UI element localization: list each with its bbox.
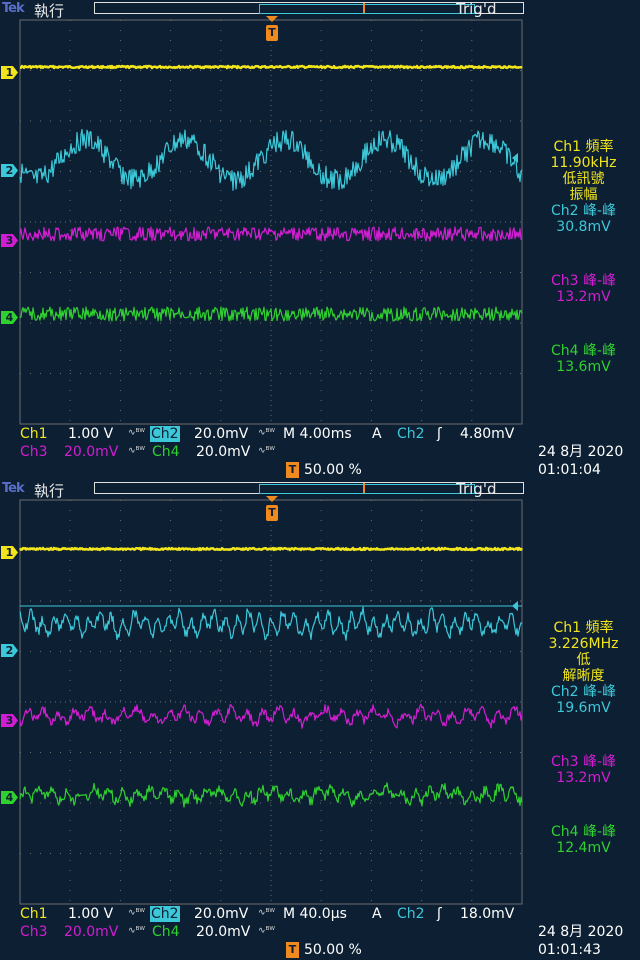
waveform-ch4-trace bbox=[19, 306, 523, 322]
ch3-scale[interactable]: 20.0mV bbox=[64, 444, 118, 460]
ch1-scale[interactable]: 1.00 V bbox=[68, 906, 113, 922]
ch2-scale[interactable]: 20.0mV bbox=[194, 906, 248, 922]
ch2-measurement-value: 19.6mV bbox=[556, 700, 611, 716]
ch4-measurement-title: Ch4 峰-峰 bbox=[550, 824, 617, 840]
waveform-ch3-trace bbox=[19, 226, 523, 242]
date-display: 24 8月 2020 bbox=[538, 924, 624, 940]
waveform-ch3 bbox=[19, 226, 523, 242]
waveform-ch1-trace bbox=[18, 546, 524, 552]
ch1-label[interactable]: Ch1 bbox=[20, 426, 48, 442]
scope-screen-1: Tek 執行 Trig'd T 1 2 3 4 Ch1 頻率 11.90kHz … bbox=[0, 0, 640, 480]
ch2-measurement-title: Ch2 峰-峰 bbox=[550, 684, 617, 700]
ch1-scale[interactable]: 1.00 V bbox=[68, 426, 113, 442]
waveform-ch2-trace bbox=[19, 128, 523, 191]
ch1-measurement-title: Ch1 頻率 bbox=[553, 620, 614, 636]
ch2-coupling-icon: ∿ᴮᵂ bbox=[258, 908, 276, 918]
ch4-label[interactable]: Ch4 bbox=[152, 924, 180, 940]
grid bbox=[19, 19, 523, 425]
ch4-label[interactable]: Ch4 bbox=[152, 444, 180, 460]
measurements-panel: Ch1 頻率 3.226MHz 低 解晰度 Ch2 峰-峰 19.6mV Ch3… bbox=[527, 620, 640, 856]
date-display: 24 8月 2020 bbox=[538, 444, 624, 460]
ch4-measurement-title: Ch4 峰-峰 bbox=[550, 343, 617, 359]
ch4-measurement-value: 12.4mV bbox=[556, 840, 611, 856]
trigger-marker-icon[interactable]: T bbox=[266, 25, 278, 41]
settings-readout: Ch1 1.00 V ∿ᴮᵂ Ch2 20.0mV ∿ᴮᵂ M 4.00ms A… bbox=[0, 424, 640, 480]
ch4-coupling-icon: ∿ᴮᵂ bbox=[258, 446, 276, 456]
trigger-arrow-icon[interactable] bbox=[266, 16, 278, 22]
trigger-position[interactable]: 50.00 % bbox=[304, 462, 362, 478]
waveform-ch1 bbox=[18, 546, 524, 552]
time-display: 01:01:43 bbox=[538, 942, 601, 958]
ch1-measurement-note-1: 低訊號 bbox=[562, 171, 605, 187]
ch2-measurement-value: 30.8mV bbox=[556, 219, 611, 235]
ch4-scale[interactable]: 20.0mV bbox=[196, 924, 250, 940]
waveform-ch1 bbox=[19, 64, 523, 70]
trigger-position-icon: T bbox=[286, 942, 299, 958]
ch3-measurement-value: 13.2mV bbox=[556, 289, 611, 305]
waveform-ch4 bbox=[19, 306, 523, 322]
ch2-label[interactable]: Ch2 bbox=[150, 426, 180, 442]
timebase[interactable]: M 4.00ms bbox=[283, 426, 352, 442]
time-display: 01:01:04 bbox=[538, 462, 601, 478]
ch3-measurement-value: 13.2mV bbox=[556, 770, 611, 786]
ch3-coupling-icon: ∿ᴮᵂ bbox=[128, 446, 146, 456]
ch2-label[interactable]: Ch2 bbox=[150, 906, 180, 922]
ch2-trigger-level-arrow bbox=[512, 601, 518, 611]
measurements-panel: Ch1 頻率 11.90kHz 低訊號 振幅 Ch2 峰-峰 30.8mV Ch… bbox=[527, 139, 640, 375]
rising-edge-icon: ʃ bbox=[437, 426, 442, 442]
grid bbox=[19, 499, 523, 905]
timebase[interactable]: M 40.0µs bbox=[283, 906, 347, 922]
waveform-ch1-trace bbox=[19, 64, 523, 70]
ch1-coupling-icon: ∿ᴮᵂ bbox=[128, 428, 146, 438]
trigger-position[interactable]: 50.00 % bbox=[304, 942, 362, 958]
ch4-measurement-value: 13.6mV bbox=[556, 359, 611, 375]
waveform-ch3 bbox=[19, 703, 523, 729]
ch1-label[interactable]: Ch1 bbox=[20, 906, 48, 922]
ch1-measurement-value: 3.226MHz bbox=[548, 636, 619, 652]
ch3-measurement-title: Ch3 峰-峰 bbox=[550, 273, 617, 289]
trigger-marker-icon[interactable]: T bbox=[266, 505, 278, 521]
ch2-coupling-icon: ∿ᴮᵂ bbox=[258, 428, 276, 438]
ch2-scale[interactable]: 20.0mV bbox=[194, 426, 248, 442]
ch3-coupling-icon: ∿ᴮᵂ bbox=[128, 926, 146, 936]
ch3-label[interactable]: Ch3 bbox=[20, 924, 48, 940]
ch1-coupling-icon: ∿ᴮᵂ bbox=[128, 908, 146, 918]
waveform-ch3-trace bbox=[19, 703, 523, 729]
ch2-trigger-level-arrow bbox=[512, 153, 518, 163]
ch4-scale[interactable]: 20.0mV bbox=[196, 444, 250, 460]
settings-readout: Ch1 1.00 V ∿ᴮᵂ Ch2 20.0mV ∿ᴮᵂ M 40.0µs A… bbox=[0, 904, 640, 960]
ch4-coupling-icon: ∿ᴮᵂ bbox=[258, 926, 276, 936]
trigger-mode[interactable]: A bbox=[372, 426, 382, 442]
trigger-source[interactable]: Ch2 bbox=[397, 906, 425, 922]
trigger-mode[interactable]: A bbox=[372, 906, 382, 922]
rising-edge-icon: ʃ bbox=[437, 906, 442, 922]
ch3-scale[interactable]: 20.0mV bbox=[64, 924, 118, 940]
trigger-level[interactable]: 4.80mV bbox=[460, 426, 514, 442]
trigger-arrow-icon[interactable] bbox=[266, 496, 278, 502]
ch1-measurement-note-2: 振幅 bbox=[569, 187, 598, 203]
ch1-measurement-note-2: 解晰度 bbox=[562, 668, 605, 684]
waveform-ch2 bbox=[19, 128, 523, 191]
ch3-measurement-title: Ch3 峰-峰 bbox=[550, 754, 617, 770]
ch2-measurement-title: Ch2 峰-峰 bbox=[550, 203, 617, 219]
trigger-level[interactable]: 18.0mV bbox=[460, 906, 514, 922]
scope-screen-2: Tek 執行 Trig'd T 1 2 3 4 Ch1 頻率 3.226MHz … bbox=[0, 480, 640, 960]
ch1-measurement-value: 11.90kHz bbox=[550, 155, 617, 171]
trigger-source[interactable]: Ch2 bbox=[397, 426, 425, 442]
ch3-label[interactable]: Ch3 bbox=[20, 444, 48, 460]
ch1-measurement-title: Ch1 頻率 bbox=[553, 139, 614, 155]
ch1-measurement-note-1: 低 bbox=[576, 652, 591, 668]
trigger-position-icon: T bbox=[286, 462, 299, 478]
